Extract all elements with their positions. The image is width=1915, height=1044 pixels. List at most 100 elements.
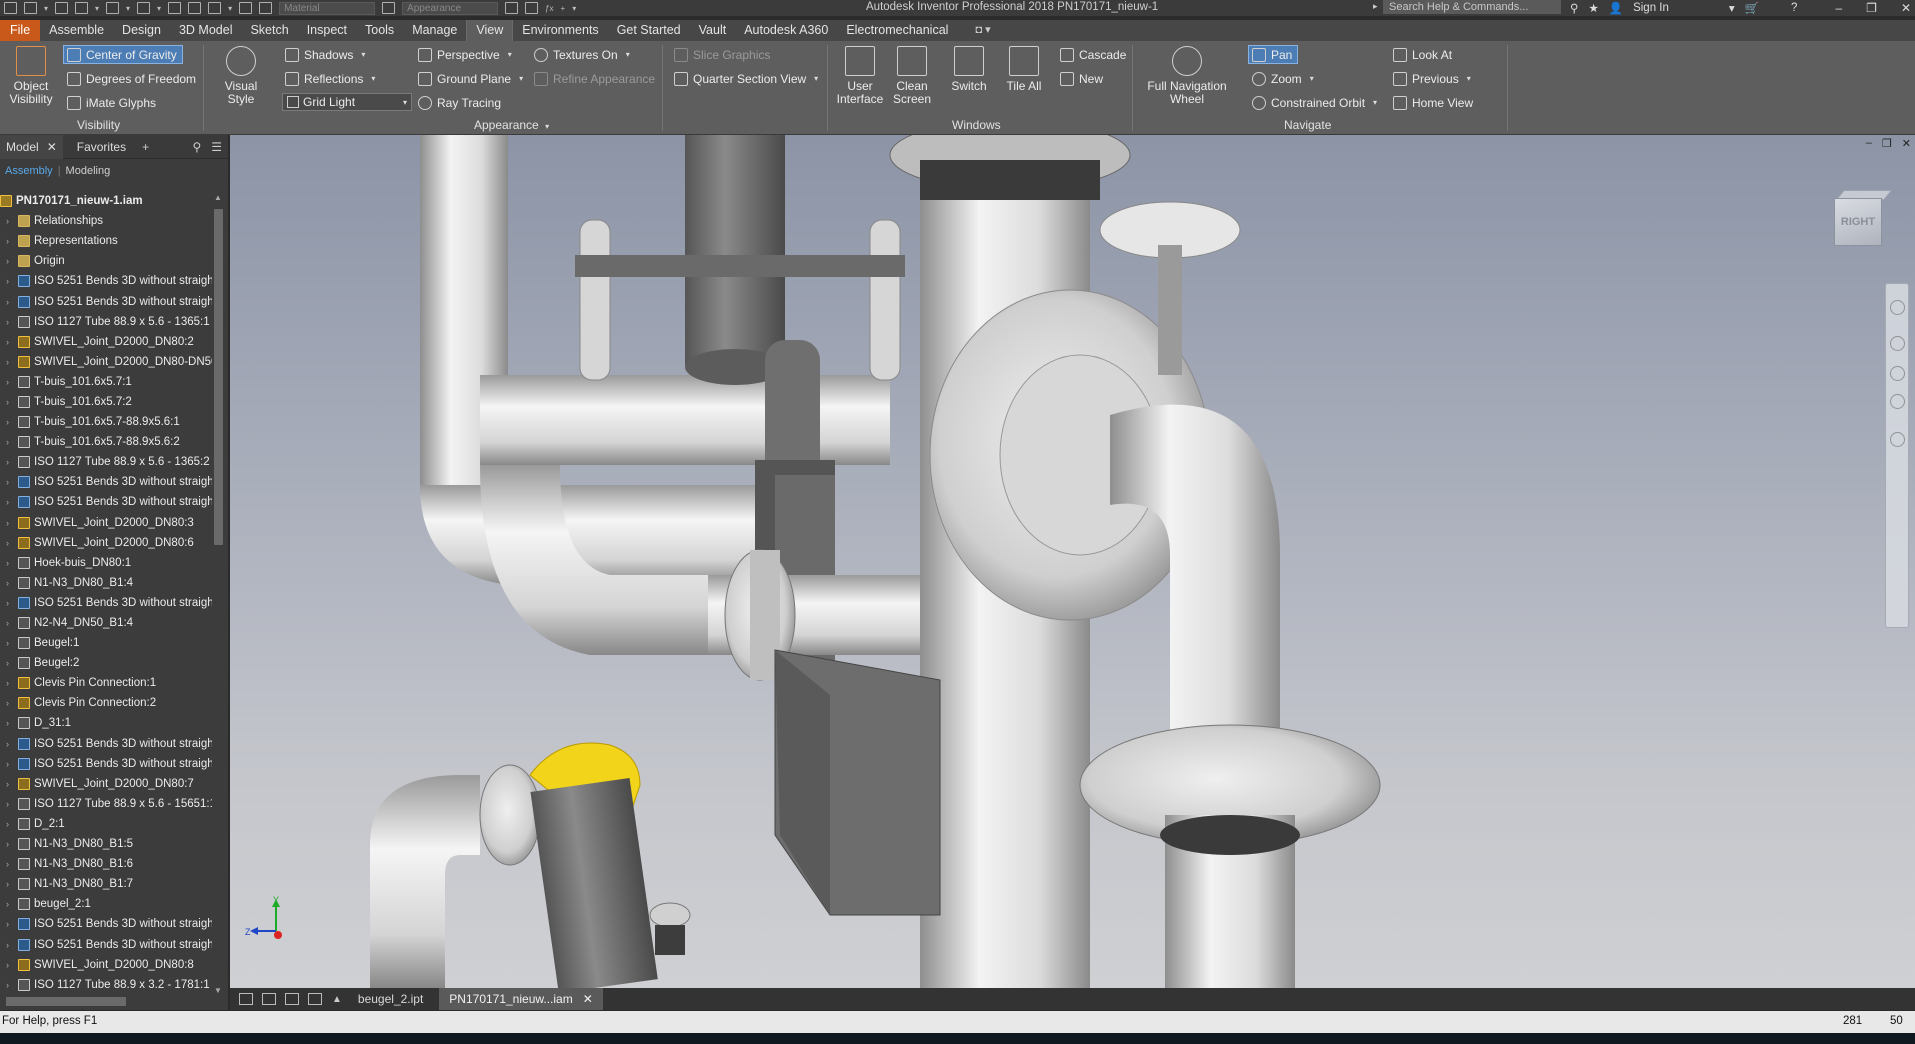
center-of-gravity-button[interactable]: Center of Gravity bbox=[63, 45, 183, 64]
expand-chevron-icon[interactable]: › bbox=[6, 899, 15, 909]
material-combo[interactable]: Material bbox=[279, 1, 376, 15]
appearance-combo[interactable]: Appearance bbox=[402, 1, 499, 15]
restore-icon[interactable]: ❐ bbox=[1866, 1, 1877, 15]
tree-item[interactable]: › ISO 5251 Bends 3D without straight bbox=[0, 914, 212, 934]
update-icon[interactable] bbox=[239, 2, 253, 14]
tree-item[interactable]: › ISO 1127 Tube 88.9 x 5.6 - 15651:1 bbox=[0, 794, 212, 814]
tree-item[interactable]: › Relationships bbox=[0, 211, 212, 231]
help-icon[interactable]: ? bbox=[1791, 2, 1797, 14]
expand-chevron-icon[interactable]: › bbox=[6, 859, 15, 869]
expand-chevron-icon[interactable]: › bbox=[6, 216, 15, 226]
expand-chevron-icon[interactable]: › bbox=[6, 236, 15, 246]
expand-chevron-icon[interactable]: › bbox=[6, 658, 15, 668]
tree-vertical-scrollbar[interactable]: ▲ ▼ bbox=[212, 191, 225, 997]
tree-item[interactable]: › SWIVEL_Joint_D2000_DN80:3 bbox=[0, 513, 212, 533]
tree-item[interactable]: › ISO 5251 Bends 3D without straight bbox=[0, 291, 212, 311]
tree-item[interactable]: › T-buis_101.6x5.7:2 bbox=[0, 392, 212, 412]
favorite-star-icon[interactable]: ★ bbox=[1588, 1, 1598, 15]
tree-item[interactable]: › T-buis_101.6x5.7-88.9x5.6:2 bbox=[0, 432, 212, 452]
expand-chevron-icon[interactable]: › bbox=[6, 457, 15, 467]
new-window-button[interactable]: New bbox=[1060, 69, 1103, 88]
visual-style-button[interactable]: Visual Style bbox=[210, 46, 272, 106]
zoom-button[interactable]: Zoom ▾ bbox=[1252, 69, 1314, 88]
tab-model[interactable]: Model ✕ bbox=[0, 134, 63, 159]
expand-chevron-icon[interactable]: › bbox=[6, 497, 15, 507]
cascade-button[interactable]: Cascade bbox=[1060, 45, 1126, 64]
expand-chevron-icon[interactable]: › bbox=[6, 678, 15, 688]
tree-item[interactable]: › D_31:1 bbox=[0, 713, 212, 733]
scroll-thumb[interactable] bbox=[214, 209, 223, 545]
select-icon[interactable] bbox=[208, 2, 222, 14]
tree-item[interactable]: › Representations bbox=[0, 231, 212, 251]
sign-in-dropdown-icon[interactable]: ▾ bbox=[1729, 1, 1735, 15]
undo-icon[interactable] bbox=[106, 2, 120, 14]
tree-horizontal-scrollbar[interactable] bbox=[0, 995, 212, 1008]
expand-chevron-icon[interactable]: › bbox=[6, 518, 15, 528]
menu-icon[interactable]: ☰ bbox=[211, 140, 222, 154]
tree-item[interactable]: › T-buis_101.6x5.7-88.9x5.6:1 bbox=[0, 412, 212, 432]
expand-chevron-icon[interactable]: › bbox=[6, 919, 15, 929]
expand-chevron-icon[interactable]: › bbox=[6, 357, 15, 367]
minimize-icon[interactable]: – bbox=[1866, 137, 1872, 150]
viewcube-right-face[interactable]: RIGHT bbox=[1834, 198, 1882, 246]
ground-plane-button[interactable]: Ground Plane ▾ bbox=[418, 69, 523, 88]
graphics-viewport[interactable]: – ❐ ✕ RIGHT Y Z bbox=[230, 135, 1915, 988]
expand-chevron-icon[interactable]: › bbox=[6, 297, 15, 307]
tree-item[interactable]: › N1-N3_DN80_B1:6 bbox=[0, 854, 212, 874]
new-icon[interactable] bbox=[24, 2, 37, 14]
tree-item[interactable]: › N1-N3_DN80_B1:7 bbox=[0, 874, 212, 894]
zoom-icon[interactable] bbox=[1890, 366, 1905, 381]
tab-file[interactable]: File bbox=[0, 20, 41, 41]
expand-chevron-icon[interactable]: › bbox=[6, 477, 15, 487]
save-icon[interactable] bbox=[75, 2, 89, 14]
expand-chevron-icon[interactable]: › bbox=[6, 397, 15, 407]
viewcube[interactable]: RIGHT bbox=[1832, 190, 1893, 248]
expand-chevron-icon[interactable]: › bbox=[6, 578, 15, 588]
expand-chevron-icon[interactable]: › bbox=[6, 940, 15, 950]
slice-graphics-button[interactable]: Slice Graphics bbox=[674, 45, 770, 64]
expand-chevron-icon[interactable]: › bbox=[6, 799, 15, 809]
expand-chevron-icon[interactable]: › bbox=[6, 317, 15, 327]
tree-item[interactable]: › ISO 5251 Bends 3D without straight bbox=[0, 734, 212, 754]
tree-root[interactable]: PN170171_nieuw-1.iam bbox=[0, 191, 212, 211]
expand-chevron-icon[interactable]: › bbox=[6, 417, 15, 427]
tab-design[interactable]: Design bbox=[113, 20, 170, 41]
hscroll-thumb[interactable] bbox=[6, 997, 126, 1006]
quarter-section-view-button[interactable]: Quarter Section View ▾ bbox=[674, 69, 818, 88]
tree-item[interactable]: › ISO 5251 Bends 3D without straight bbox=[0, 754, 212, 774]
document-list-icon[interactable]: ▲ bbox=[332, 994, 342, 1005]
expand-chevron-icon[interactable]: › bbox=[6, 377, 15, 387]
switch-button[interactable]: Switch bbox=[946, 46, 992, 93]
expand-chevron-icon[interactable]: › bbox=[6, 980, 15, 990]
look-at-icon[interactable] bbox=[1890, 432, 1905, 447]
tab-assemble[interactable]: Assemble bbox=[40, 20, 113, 41]
tile-horizontal-icon[interactable] bbox=[285, 993, 299, 1005]
close-icon[interactable]: ✕ bbox=[1902, 137, 1911, 150]
sign-in-link[interactable]: Sign In bbox=[1633, 2, 1669, 14]
scroll-up-icon[interactable]: ▲ bbox=[214, 193, 222, 202]
constrained-orbit-button[interactable]: Constrained Orbit ▾ bbox=[1252, 93, 1377, 112]
expand-chevron-icon[interactable]: › bbox=[6, 739, 15, 749]
tree-item[interactable]: › SWIVEL_Joint_D2000_DN80:8 bbox=[0, 955, 212, 975]
minimize-icon[interactable]: – bbox=[1835, 1, 1842, 15]
tree-item[interactable]: › ISO 1127 Tube 88.9 x 5.6 - 1365:2 bbox=[0, 452, 212, 472]
expand-chevron-icon[interactable]: › bbox=[6, 638, 15, 648]
tree-item[interactable]: › T-buis_101.6x5.7:1 bbox=[0, 372, 212, 392]
tree-item[interactable]: › Beugel:2 bbox=[0, 653, 212, 673]
search-expand-icon[interactable]: ▸ bbox=[1373, 1, 1378, 12]
home-view-button[interactable]: Home View bbox=[1393, 93, 1473, 112]
tree-item[interactable]: › ISO 5251 Bends 3D without straight bbox=[0, 472, 212, 492]
tile-vertical-icon[interactable] bbox=[308, 993, 322, 1005]
binoculars-icon[interactable]: ⚲ bbox=[1570, 1, 1578, 15]
cascade-windows-icon[interactable] bbox=[239, 993, 253, 1005]
pipe-assembly-model[interactable] bbox=[230, 135, 1915, 988]
close-icon[interactable]: ✕ bbox=[583, 988, 593, 1010]
user-interface-button[interactable]: User Interface bbox=[834, 46, 886, 106]
restore-icon[interactable]: ❐ bbox=[1882, 137, 1892, 150]
tab-environments[interactable]: Environments bbox=[513, 20, 607, 41]
imate-glyphs-button[interactable]: iMate Glyphs bbox=[67, 93, 156, 112]
tree-item[interactable]: › N2-N4_DN50_B1:4 bbox=[0, 613, 212, 633]
tree-item[interactable]: › ISO 1127 Tube 88.9 x 5.6 - 1365:1 bbox=[0, 312, 212, 332]
tab-3d-model[interactable]: 3D Model bbox=[170, 20, 242, 41]
tree-item[interactable]: › D_2:1 bbox=[0, 814, 212, 834]
